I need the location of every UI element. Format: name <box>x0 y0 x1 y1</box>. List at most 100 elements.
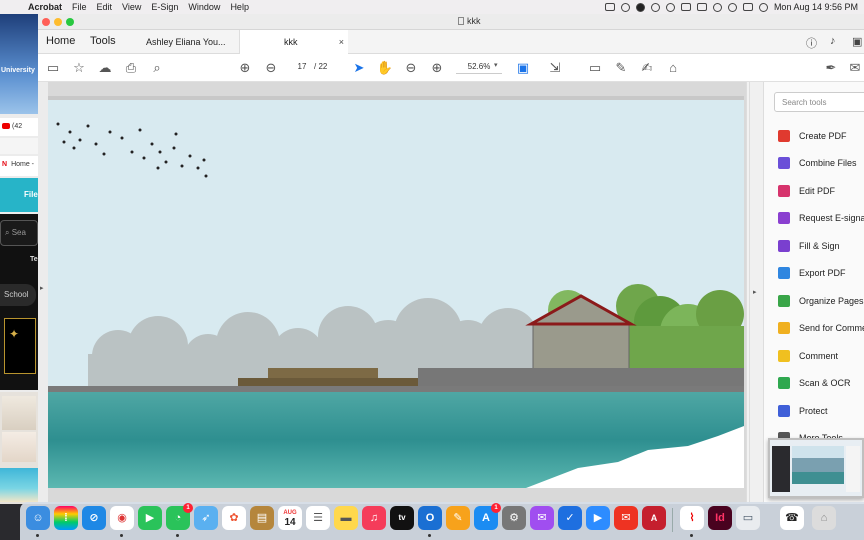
messages-icon[interactable]: ◔ 1 <box>166 503 193 530</box>
wifi-icon[interactable] <box>712 2 722 12</box>
contacts-icon[interactable]: ▤ <box>250 506 274 530</box>
close-tab-icon[interactable]: × <box>339 37 344 47</box>
scroll-mode-icon[interactable]: ⇲ <box>546 59 564 77</box>
safari-icon[interactable]: ⊘ <box>82 506 106 530</box>
menu-help[interactable]: Help <box>230 2 249 12</box>
launchpad-icon[interactable]: ⁞ <box>54 506 78 530</box>
zoom-window-button[interactable] <box>66 18 74 26</box>
trash-icon[interactable]: ⌂ <box>812 506 836 530</box>
app-store-icon[interactable]: A1 <box>474 503 501 530</box>
tool-send-for-comments[interactable]: Send for Comme <box>778 320 864 336</box>
minimize-window-button[interactable] <box>54 18 62 26</box>
acrobat-dock-icon[interactable]: ⌇ <box>680 506 704 530</box>
calendar-icon[interactable]: AUG 14 <box>278 506 302 530</box>
music-icon[interactable]: ♫ <box>362 506 386 530</box>
find-zoom-icon[interactable]: ⌕ <box>148 59 166 77</box>
background-thumbnail-1[interactable] <box>2 396 36 430</box>
tool-comment[interactable]: Comment <box>778 348 838 364</box>
pdf-page[interactable] <box>48 96 744 488</box>
battery-icon[interactable] <box>680 3 691 11</box>
preview-app-icon[interactable]: ▭ <box>736 506 760 530</box>
tool-scan-ocr[interactable]: Scan & OCR <box>778 375 851 391</box>
upload-cloud-icon[interactable]: ☁ <box>96 59 114 77</box>
record-icon[interactable] <box>665 2 675 12</box>
media-icon[interactable] <box>650 2 660 12</box>
tool-protect[interactable]: Protect <box>778 403 828 419</box>
menu-clock[interactable]: Mon Aug 14 9:56 PM <box>774 2 858 12</box>
zoom-app-icon[interactable]: ▶ <box>586 506 610 530</box>
menu-edit[interactable]: Edit <box>97 2 113 12</box>
previous-page-icon[interactable]: ⊕ <box>236 59 254 77</box>
zoom-out-icon[interactable]: ⊖ <box>402 59 420 77</box>
screenshot-preview-thumbnail[interactable] <box>768 438 864 498</box>
background-search-field[interactable]: ⌕ Sea <box>0 220 38 246</box>
zoom-in-icon[interactable]: ⊕ <box>428 59 446 77</box>
mail-app-icon[interactable]: ✉ <box>614 506 638 530</box>
tab-home[interactable]: Home <box>46 35 75 47</box>
maps-icon[interactable]: ➶ <box>194 506 218 530</box>
notes-icon[interactable]: ▬ <box>334 506 358 530</box>
link-icon[interactable] <box>696 3 707 11</box>
next-page-icon[interactable]: ⊖ <box>262 59 280 77</box>
autocad-icon[interactable]: A <box>642 506 666 530</box>
collapse-tools-pane-icon[interactable]: ▸ <box>753 288 757 296</box>
draw-icon[interactable]: ✍ <box>638 59 656 77</box>
expand-left-panel-icon[interactable]: ▸ <box>40 284 44 292</box>
hand-tool-icon[interactable]: ✋ <box>376 59 394 77</box>
pages-icon[interactable]: ✎ <box>446 506 470 530</box>
system-settings-icon[interactable]: ⚙ <box>502 506 526 530</box>
tool-organize-pages[interactable]: Organize Pages <box>778 293 864 309</box>
background-address-bar[interactable] <box>0 138 38 154</box>
app-status-icon[interactable] <box>635 2 645 12</box>
creative-cloud-icon[interactable] <box>604 3 615 11</box>
tab-tools[interactable]: Tools <box>90 35 116 47</box>
menu-file[interactable]: File <box>72 2 87 12</box>
tool-create-pdf[interactable]: Create PDF <box>778 128 847 144</box>
outlook-icon[interactable]: O <box>418 506 442 530</box>
messenger-icon[interactable]: ✉ <box>530 506 554 530</box>
tool-fill-sign[interactable]: Fill & Sign <box>778 238 840 254</box>
notifications-icon[interactable]: ♪ <box>830 35 836 47</box>
search-icon[interactable] <box>727 2 737 12</box>
save-icon[interactable]: ▭ <box>44 59 62 77</box>
background-netflix-tab[interactable]: N Home - <box>0 156 38 176</box>
shield-app-icon[interactable]: ✓ <box>558 506 582 530</box>
sync-icon[interactable] <box>620 2 630 12</box>
help-icon[interactable]: ⓘ <box>806 35 817 51</box>
apple-tv-icon[interactable]: tv <box>390 506 414 530</box>
menu-esign[interactable]: E-Sign <box>151 2 178 12</box>
background-thumbnail-2[interactable] <box>2 432 36 462</box>
tool-export-pdf[interactable]: Export PDF <box>778 265 846 281</box>
menu-window[interactable]: Window <box>188 2 220 12</box>
select-cursor-icon[interactable]: ➤ <box>350 59 368 77</box>
comment-icon[interactable]: ▭ <box>586 59 604 77</box>
background-file-tab[interactable]: File <box>0 178 38 212</box>
stamp-icon[interactable]: ⌂ <box>664 59 682 77</box>
background-school-chip[interactable]: School <box>0 284 36 306</box>
tool-edit-pdf[interactable]: Edit PDF <box>778 183 835 199</box>
indesign-icon[interactable]: Id <box>708 506 732 530</box>
tab-document-ashley[interactable]: Ashley Eliana You... <box>138 30 240 54</box>
zoom-chevron-down-icon[interactable]: ▾ <box>494 61 498 69</box>
page-number-input[interactable]: 17 <box>290 60 314 74</box>
account-icon[interactable]: ▣ <box>852 35 862 48</box>
reminders-icon[interactable]: ☰ <box>306 506 330 530</box>
fit-page-icon[interactable]: ▣ <box>514 59 532 77</box>
phone-icon[interactable]: ☎ <box>780 506 804 530</box>
background-thumbnail-3[interactable] <box>0 468 38 502</box>
print-icon[interactable]: ⎙ <box>122 59 140 77</box>
bookmark-star-icon[interactable]: ☆ <box>70 59 88 77</box>
tool-combine-files[interactable]: Combine Files <box>778 155 857 171</box>
sign-icon[interactable]: ✒ <box>822 59 840 77</box>
finder-icon[interactable]: ☺ <box>26 506 50 530</box>
email-icon[interactable]: ✉ <box>846 59 864 77</box>
tool-request-esignatures[interactable]: Request E-signa <box>778 210 864 226</box>
siri-icon[interactable] <box>758 2 768 12</box>
control-center-icon[interactable] <box>742 3 753 11</box>
close-window-button[interactable] <box>42 18 50 26</box>
highlight-pen-icon[interactable]: ✎ <box>612 59 630 77</box>
facetime-icon[interactable]: ▶ <box>138 506 162 530</box>
chrome-icon[interactable]: ◉ <box>110 506 134 530</box>
menu-view[interactable]: View <box>122 2 141 12</box>
background-youtube-tab[interactable]: (42 <box>0 118 38 136</box>
